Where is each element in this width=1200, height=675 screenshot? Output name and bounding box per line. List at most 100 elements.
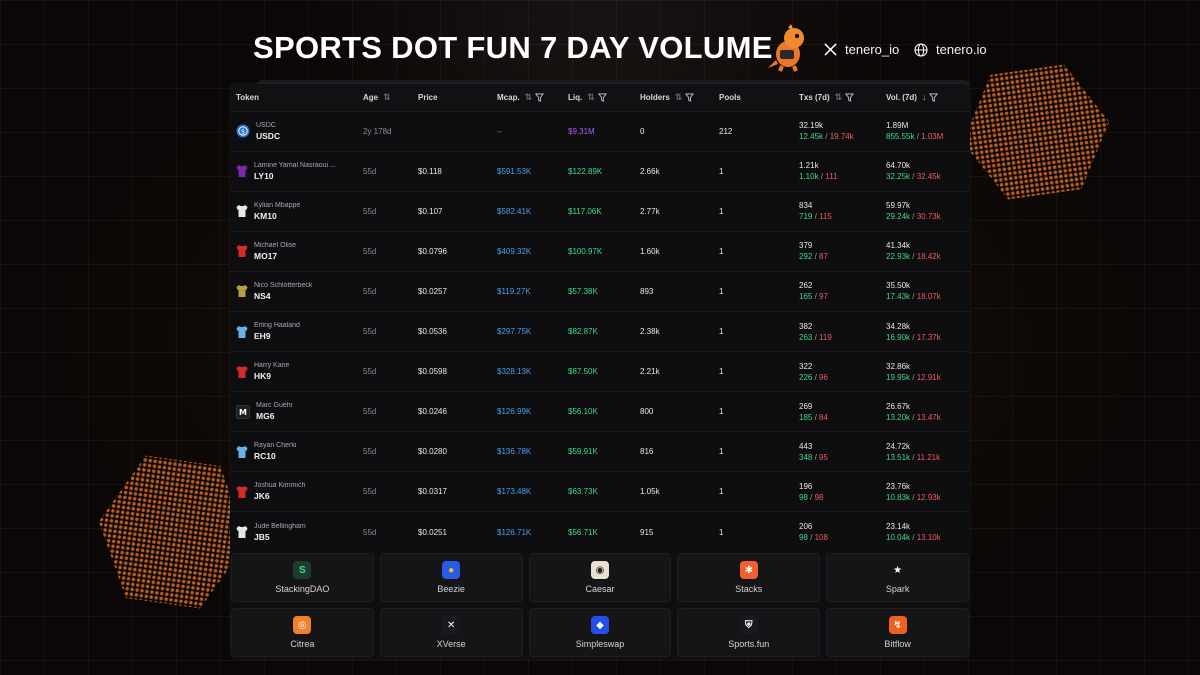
- txs-sells: 108: [814, 533, 828, 543]
- column-header-mcap[interactable]: Mcap. ⇅: [491, 84, 562, 111]
- jersey-icon: [236, 325, 248, 338]
- x-account-link[interactable]: tenero_io: [824, 42, 899, 57]
- txs-total: 196: [799, 481, 813, 491]
- separator: /: [910, 332, 917, 342]
- volume-cell: 24.72k 13.51k / 11.21k: [880, 432, 970, 472]
- partner-tile[interactable]: S StackingDAO: [231, 553, 374, 602]
- website-link[interactable]: tenero.io: [914, 42, 987, 57]
- txs-sells: 119: [819, 332, 832, 342]
- filter-icon[interactable]: [929, 93, 939, 103]
- table-row[interactable]: Joshua Kimmich JK6 55d $0.0317 $173.48K $63.7…: [230, 471, 970, 512]
- token-cell[interactable]: M Marc Guéhi MG6: [230, 392, 357, 432]
- txs-sells: 115: [819, 212, 832, 222]
- table-row[interactable]: Kylian Mbappé KM10 55d $0.107 $582.41K $117.0…: [230, 191, 970, 231]
- sort-desc-icon[interactable]: ↓: [922, 92, 927, 102]
- partner-tile[interactable]: ◉ Caesar: [528, 553, 672, 602]
- sort-icon[interactable]: ⇅: [587, 92, 595, 102]
- price-cell: $0.0251: [418, 527, 447, 537]
- separator: /: [910, 372, 917, 382]
- txs-buys: 98: [799, 533, 808, 543]
- column-header-pools[interactable]: Pools: [713, 84, 793, 111]
- partner-tile[interactable]: ✕ XVerse: [379, 608, 523, 657]
- volume-total: 1.89M: [886, 121, 909, 131]
- volume-buys: 29.24k: [886, 212, 911, 222]
- table-row[interactable]: $ USDC USDC 2y 178d -- $9.31M 0 212 32.19k 12.45k…: [230, 111, 970, 151]
- liquidity-cell: $59.91K: [568, 447, 598, 457]
- table-row[interactable]: M Marc Guéhi MG6 55d $0.0246 $126.99K $56.10K 8…: [230, 391, 970, 432]
- token-symbol: MO17: [254, 250, 278, 261]
- txs-total: 1.21k: [799, 161, 819, 171]
- token-cell[interactable]: Harry Kane HK9: [230, 352, 357, 392]
- column-header-holders[interactable]: Holders ⇅: [634, 84, 713, 111]
- token-cell[interactable]: Joshua Kimmich JK6: [230, 472, 357, 512]
- partner-tile[interactable]: ★ Spark: [826, 553, 969, 602]
- table-row[interactable]: Erling Haaland EH9 55d $0.0536 $297.75K $82.8…: [230, 311, 970, 351]
- partner-tile[interactable]: ◎ Citrea: [231, 608, 374, 657]
- partner-tile[interactable]: ● Beezie: [379, 553, 523, 602]
- partner-logo-icon: ◆: [590, 616, 609, 634]
- token-cell[interactable]: Lamine Yamal Nasraoui ... LY10: [230, 151, 357, 191]
- table-row[interactable]: Jude Bellingham JB5 55d $0.0251 $126.71K $56.…: [230, 511, 970, 552]
- token-name: Marc Guéhi: [256, 402, 293, 410]
- mcap-cell: --: [497, 126, 503, 136]
- filter-icon[interactable]: [845, 93, 855, 102]
- table-row[interactable]: Nico Schlotterbeck NS4 55d $0.0257 $119.27K $…: [230, 271, 970, 311]
- filter-icon[interactable]: [535, 93, 545, 102]
- txs-buys: 226: [799, 372, 813, 382]
- volume-cell: 64.70k 32.25k / 32.45k: [880, 151, 970, 191]
- column-header-liq[interactable]: Liq. ⇅: [562, 84, 634, 111]
- txs-total: 322: [799, 361, 813, 371]
- liquidity-cell: $9.31M: [568, 126, 595, 136]
- token-symbol: EH9: [254, 331, 271, 342]
- token-cell[interactable]: Rayan Cherki RC10: [230, 432, 357, 472]
- token-cell[interactable]: Jude Bellingham JB5: [230, 512, 357, 552]
- token-name: Joshua Kimmich: [254, 482, 306, 490]
- partner-tile[interactable]: ⛨ Sports.fun: [677, 608, 821, 657]
- age-cell: 55d: [363, 447, 377, 457]
- volume-total: 23.14k: [886, 522, 911, 532]
- token-name: Jude Bellingham: [254, 522, 306, 530]
- column-header-price[interactable]: Price: [412, 84, 491, 111]
- pools-cell: 1: [719, 166, 724, 176]
- liquidity-cell: $100.97K: [568, 246, 603, 256]
- partner-tile[interactable]: ↯ Bitflow: [826, 608, 969, 657]
- partner-logo-icon: ✱: [739, 561, 758, 579]
- partner-tile[interactable]: ◆ Simpleswap: [528, 608, 672, 657]
- token-symbol: NS4: [254, 290, 271, 301]
- partner-logo-icon: S: [293, 561, 312, 579]
- filter-icon[interactable]: [685, 93, 695, 102]
- column-header-age[interactable]: Age ⇅: [357, 84, 412, 111]
- sort-icon[interactable]: ⇅: [525, 92, 533, 102]
- token-table: Token Age ⇅ Price Mcap. ⇅ Liq. ⇅ Holders ⇅ P…: [230, 84, 970, 552]
- sort-icon[interactable]: ⇅: [675, 92, 683, 102]
- age-cell: 55d: [363, 407, 377, 417]
- filter-icon[interactable]: [597, 93, 607, 102]
- liquidity-cell: $87.50K: [568, 367, 598, 377]
- price-cell: $0.107: [418, 206, 443, 216]
- sort-icon[interactable]: ⇅: [835, 92, 843, 102]
- token-symbol: MG6: [256, 411, 275, 422]
- token-name: Kylian Mbappé: [254, 201, 301, 209]
- table-row[interactable]: Harry Kane HK9 55d $0.0598 $328.13K $87.50K 2.…: [230, 351, 970, 392]
- token-cell[interactable]: Erling Haaland EH9: [230, 311, 357, 351]
- table-row[interactable]: Rayan Cherki RC10 55d $0.0280 $136.78K $59.91…: [230, 431, 970, 472]
- table-row[interactable]: Lamine Yamal Nasraoui ... LY10 55d $0.118 $5…: [230, 151, 970, 191]
- separator: /: [910, 492, 917, 502]
- token-cell[interactable]: Kylian Mbappé KM10: [230, 191, 357, 231]
- column-header-token[interactable]: Token: [230, 84, 357, 111]
- token-cell[interactable]: Michael Olise MO17: [230, 231, 357, 271]
- jersey-icon: [236, 485, 248, 498]
- token-name: Erling Haaland: [254, 322, 300, 330]
- holders-cell: 2.38k: [640, 327, 660, 337]
- column-header-vol[interactable]: Vol. (7d) ↓: [880, 84, 970, 111]
- sort-icon[interactable]: ⇅: [383, 92, 391, 102]
- token-cell[interactable]: Nico Schlotterbeck NS4: [230, 271, 357, 311]
- token-name: Nico Schlotterbeck: [254, 281, 313, 289]
- volume-total: 64.70k: [886, 161, 911, 171]
- price-cell: [412, 111, 491, 151]
- table-row[interactable]: Michael Olise MO17 55d $0.0796 $409.32K $100.…: [230, 231, 970, 271]
- holders-cell: 2.21k: [640, 367, 660, 377]
- column-header-txs[interactable]: Txs (7d) ⇅: [793, 84, 880, 111]
- partner-tile[interactable]: ✱ Stacks: [677, 553, 821, 602]
- token-cell[interactable]: $ USDC USDC: [230, 111, 357, 151]
